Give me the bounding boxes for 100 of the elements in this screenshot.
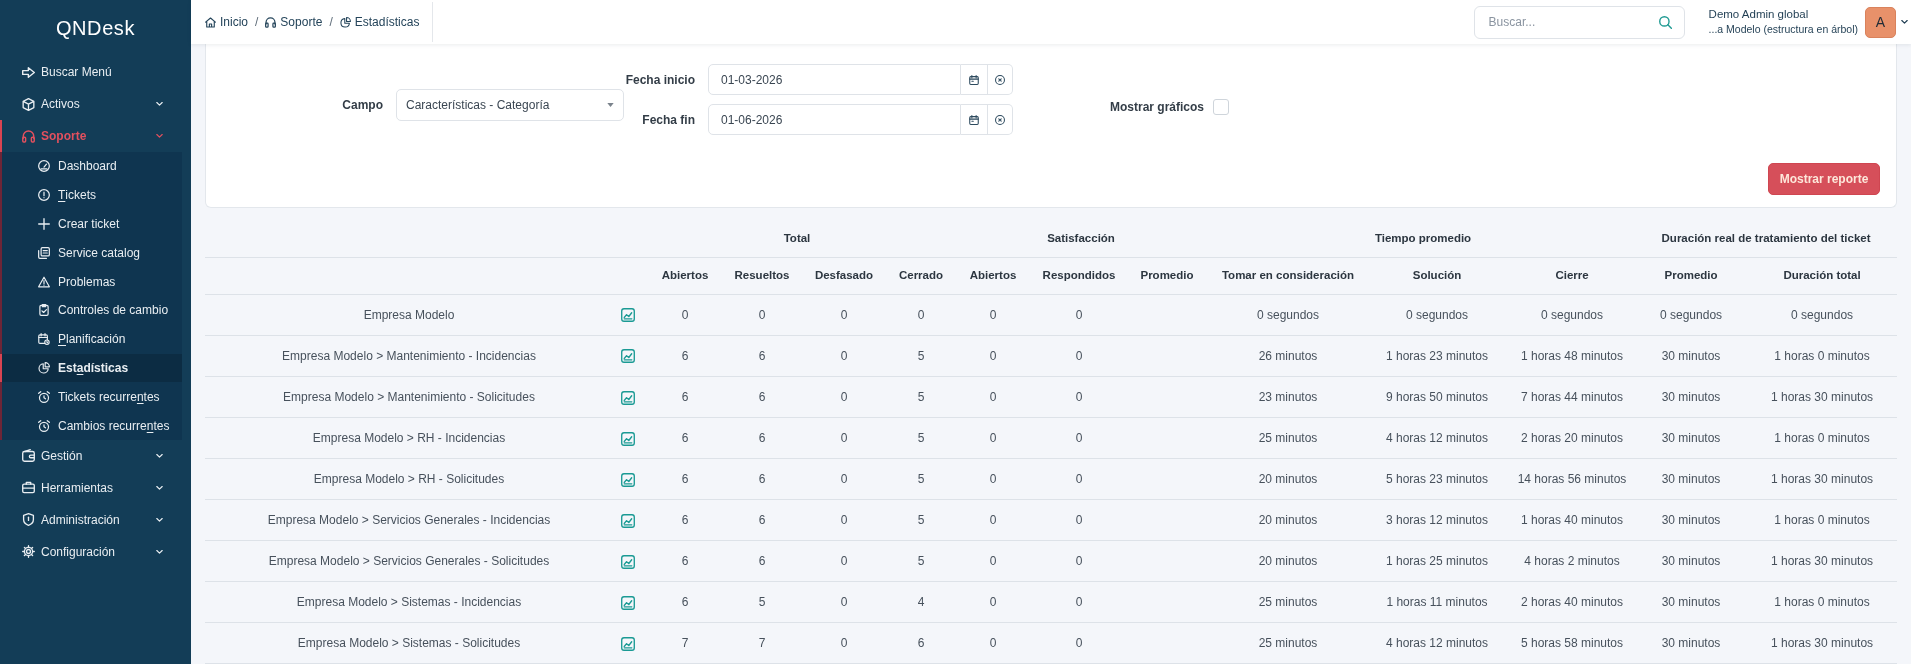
column-group-header: Duración real de tratamiento del ticket <box>1661 232 1871 245</box>
sidebar-subitem[interactable]: Service catalog <box>0 238 182 268</box>
table-cell: 0 <box>840 554 848 569</box>
column-header: Tomar en consideración <box>1221 268 1355 281</box>
chevron-down-icon <box>156 102 163 106</box>
table-cell: 1 horas 40 minutos <box>1521 513 1624 527</box>
line-chart-icon[interactable] <box>621 596 635 611</box>
table-cell: 6 <box>681 430 689 445</box>
table-cell: 30 minutos <box>1661 430 1721 445</box>
pie-chart-icon <box>339 16 351 28</box>
search-field[interactable]: Buscar... <box>1473 5 1685 39</box>
table-cell: 0 <box>840 307 848 322</box>
table-cell: 0 segundos <box>1256 307 1320 322</box>
search-icon[interactable] <box>1658 15 1672 29</box>
table-cell: 0 segundos <box>1405 307 1469 322</box>
breadcrumb-separator: / <box>329 14 333 31</box>
table-cell: Empresa Modelo <box>363 307 455 322</box>
table-cell: Empresa Modelo > Sistemas - Solicitudes <box>297 636 521 651</box>
line-chart-icon[interactable] <box>621 390 635 405</box>
table-cell: 23 minutos <box>1258 389 1318 404</box>
table-cell: 3 horas 12 minutos <box>1385 513 1489 527</box>
wallet-icon <box>22 449 35 463</box>
table-cell: 25 minutos <box>1258 595 1318 610</box>
sidebar-subitem[interactable]: Tickets recurrentes <box>0 382 182 412</box>
line-chart-icon[interactable] <box>621 637 635 652</box>
table-cell: 0 <box>989 554 997 569</box>
chevron-down-icon <box>156 517 163 522</box>
line-chart-icon[interactable] <box>621 431 635 446</box>
table-cell: 1 horas 11 minutos <box>1386 595 1488 610</box>
clear-icon <box>995 114 1005 125</box>
line-chart-icon[interactable] <box>621 349 635 364</box>
line-chart-icon[interactable] <box>621 308 635 323</box>
table-cell: 5 <box>917 430 925 445</box>
alarm-clock-icon <box>38 419 50 432</box>
field-label: Mostrar gráficos <box>1110 99 1205 116</box>
column-header: Cerrado <box>898 268 944 281</box>
table-cell: 6 <box>758 513 766 527</box>
calendar-button[interactable] <box>961 104 988 135</box>
sidebar-item[interactable]: Buscar Menú <box>0 56 191 88</box>
field-label: Campo <box>342 98 383 112</box>
table-cell: 6 <box>681 513 689 527</box>
breadcrumb-link[interactable]: Soporte <box>265 13 323 31</box>
field-label: Fecha fin <box>642 112 695 127</box>
avatar[interactable]: A <box>1865 6 1896 38</box>
table-cell: 6 <box>681 471 689 486</box>
breadcrumb-separator: / <box>255 14 259 31</box>
table-cell: 5 <box>917 554 925 569</box>
table-cell: 0 <box>917 307 925 322</box>
date-field[interactable]: 01-06-2026 <box>708 104 961 135</box>
sidebar-subitem[interactable]: Crear ticket <box>0 209 182 239</box>
checkbox[interactable] <box>1213 99 1230 115</box>
sidebar-subitem[interactable]: Problemas <box>0 267 182 296</box>
table-cell: 6 <box>758 389 766 404</box>
sidebar-subitem[interactable]: Cambios recurrentes <box>0 411 182 440</box>
table-cell: 0 <box>840 389 848 404</box>
table-cell: 20 minutos <box>1258 554 1318 569</box>
table-cell: 0 <box>989 430 997 445</box>
column-header: Solución <box>1412 268 1462 281</box>
sidebar-subitem[interactable]: Estadísticas <box>0 353 182 383</box>
table-cell: Empresa Modelo > Sistemas - Incidencias <box>296 595 522 610</box>
sidebar-subitem[interactable]: Controles de cambio <box>0 296 182 325</box>
chevron-down-icon[interactable] <box>1901 20 1908 24</box>
warning-icon <box>38 275 50 288</box>
clear-button[interactable] <box>988 64 1013 95</box>
table-cell: 7 <box>681 636 689 651</box>
caret-down-icon <box>607 103 614 107</box>
column-header: Respondidos <box>1042 268 1116 281</box>
table-cell: 0 <box>681 307 689 322</box>
column-group-header: Satisfacción <box>1047 232 1115 245</box>
sidebar-item[interactable]: Gestión <box>0 439 191 472</box>
table-cell: 1 horas 25 minutos <box>1385 554 1489 569</box>
breadcrumb-link[interactable]: Inicio <box>205 13 248 31</box>
column-group-header: Total <box>783 232 811 245</box>
table-cell: 1 horas 30 minutos <box>1771 636 1874 651</box>
table-cell: Empresa Modelo > RH - Solicitudes <box>313 471 505 486</box>
column-header: Resueltos <box>734 268 790 281</box>
headset-icon <box>22 129 35 143</box>
sidebar-item[interactable]: Herramientas <box>0 471 191 504</box>
sidebar-item[interactable]: Administración <box>0 503 191 536</box>
cube-icon <box>22 97 35 111</box>
sidebar-subitem[interactable]: Tickets <box>0 180 182 210</box>
line-chart-icon[interactable] <box>621 513 635 528</box>
campo-select[interactable]: Características - Categoría <box>396 89 624 121</box>
clear-button[interactable] <box>988 104 1013 135</box>
pie-chart-icon <box>38 361 50 374</box>
table-cell: 4 <box>917 595 925 610</box>
table-cell: 7 horas 44 minutos <box>1521 389 1624 404</box>
table-cell: 0 <box>840 471 848 486</box>
line-chart-icon[interactable] <box>621 554 635 569</box>
breadcrumb-link[interactable]: Estadísticas <box>339 13 420 31</box>
table-cell: 1 horas 48 minutos <box>1521 348 1624 363</box>
line-chart-icon[interactable] <box>621 472 635 487</box>
date-field[interactable]: 01-03-2026 <box>708 64 961 95</box>
table-cell: 0 <box>1075 307 1083 322</box>
table-cell: 0 <box>1075 513 1083 527</box>
sidebar-item[interactable]: Activos <box>0 88 191 120</box>
calendar-button[interactable] <box>961 64 988 95</box>
sidebar-subitem[interactable]: Dashboard <box>0 152 182 181</box>
sidebar-item[interactable]: Configuración <box>0 535 191 568</box>
column-header: Desfasado <box>814 268 874 281</box>
